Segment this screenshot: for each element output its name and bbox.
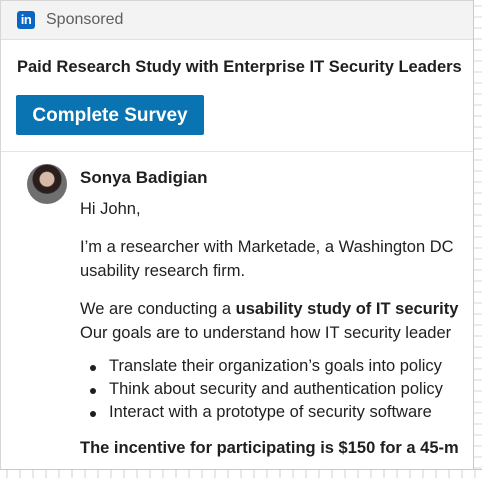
intro-line-2: usability research firm. <box>80 262 246 280</box>
list-item: Translate their organization’s goals int… <box>80 355 477 378</box>
incentive-line: The incentive for participating is $150 … <box>80 436 477 460</box>
list-item: Interact with a prototype of security so… <box>80 401 477 424</box>
study-line-1-bold: usability study of IT security <box>235 300 459 318</box>
intro-paragraph: I’m a researcher with Marketade, a Washi… <box>80 235 477 283</box>
study-line-1-prefix: We are conducting a <box>80 300 236 318</box>
intro-line-1: I’m a researcher with Marketade, a Washi… <box>80 238 454 256</box>
linkedin-logo-icon: in <box>17 11 35 29</box>
study-paragraph: We are conducting a usability study of I… <box>80 297 477 345</box>
study-line-2: Our goals are to understand how IT secur… <box>80 324 452 342</box>
sender-avatar[interactable] <box>27 164 67 204</box>
goals-list: Translate their organization’s goals int… <box>80 355 477 424</box>
sponsored-header: in Sponsored <box>1 1 477 40</box>
incentive-text: The incentive for participating is $150 … <box>80 439 459 457</box>
list-item: Think about security and authentication … <box>80 378 477 401</box>
sender-name[interactable]: Sonya Badigian <box>80 168 208 188</box>
complete-survey-button[interactable]: Complete Survey <box>16 95 204 135</box>
sponsored-label: Sponsored <box>46 11 124 28</box>
study-line-1: We are conducting a usability study of I… <box>80 297 477 321</box>
sponsored-message-card: in Sponsored Paid Research Study with En… <box>0 0 477 473</box>
message-body: Hi John, I’m a researcher with Marketade… <box>80 197 477 460</box>
torn-edge-right <box>473 0 482 478</box>
message-subject: Paid Research Study with Enterprise IT S… <box>17 58 462 76</box>
torn-edge-bottom <box>0 469 482 478</box>
divider <box>1 151 477 152</box>
greeting: Hi John, <box>80 200 141 218</box>
